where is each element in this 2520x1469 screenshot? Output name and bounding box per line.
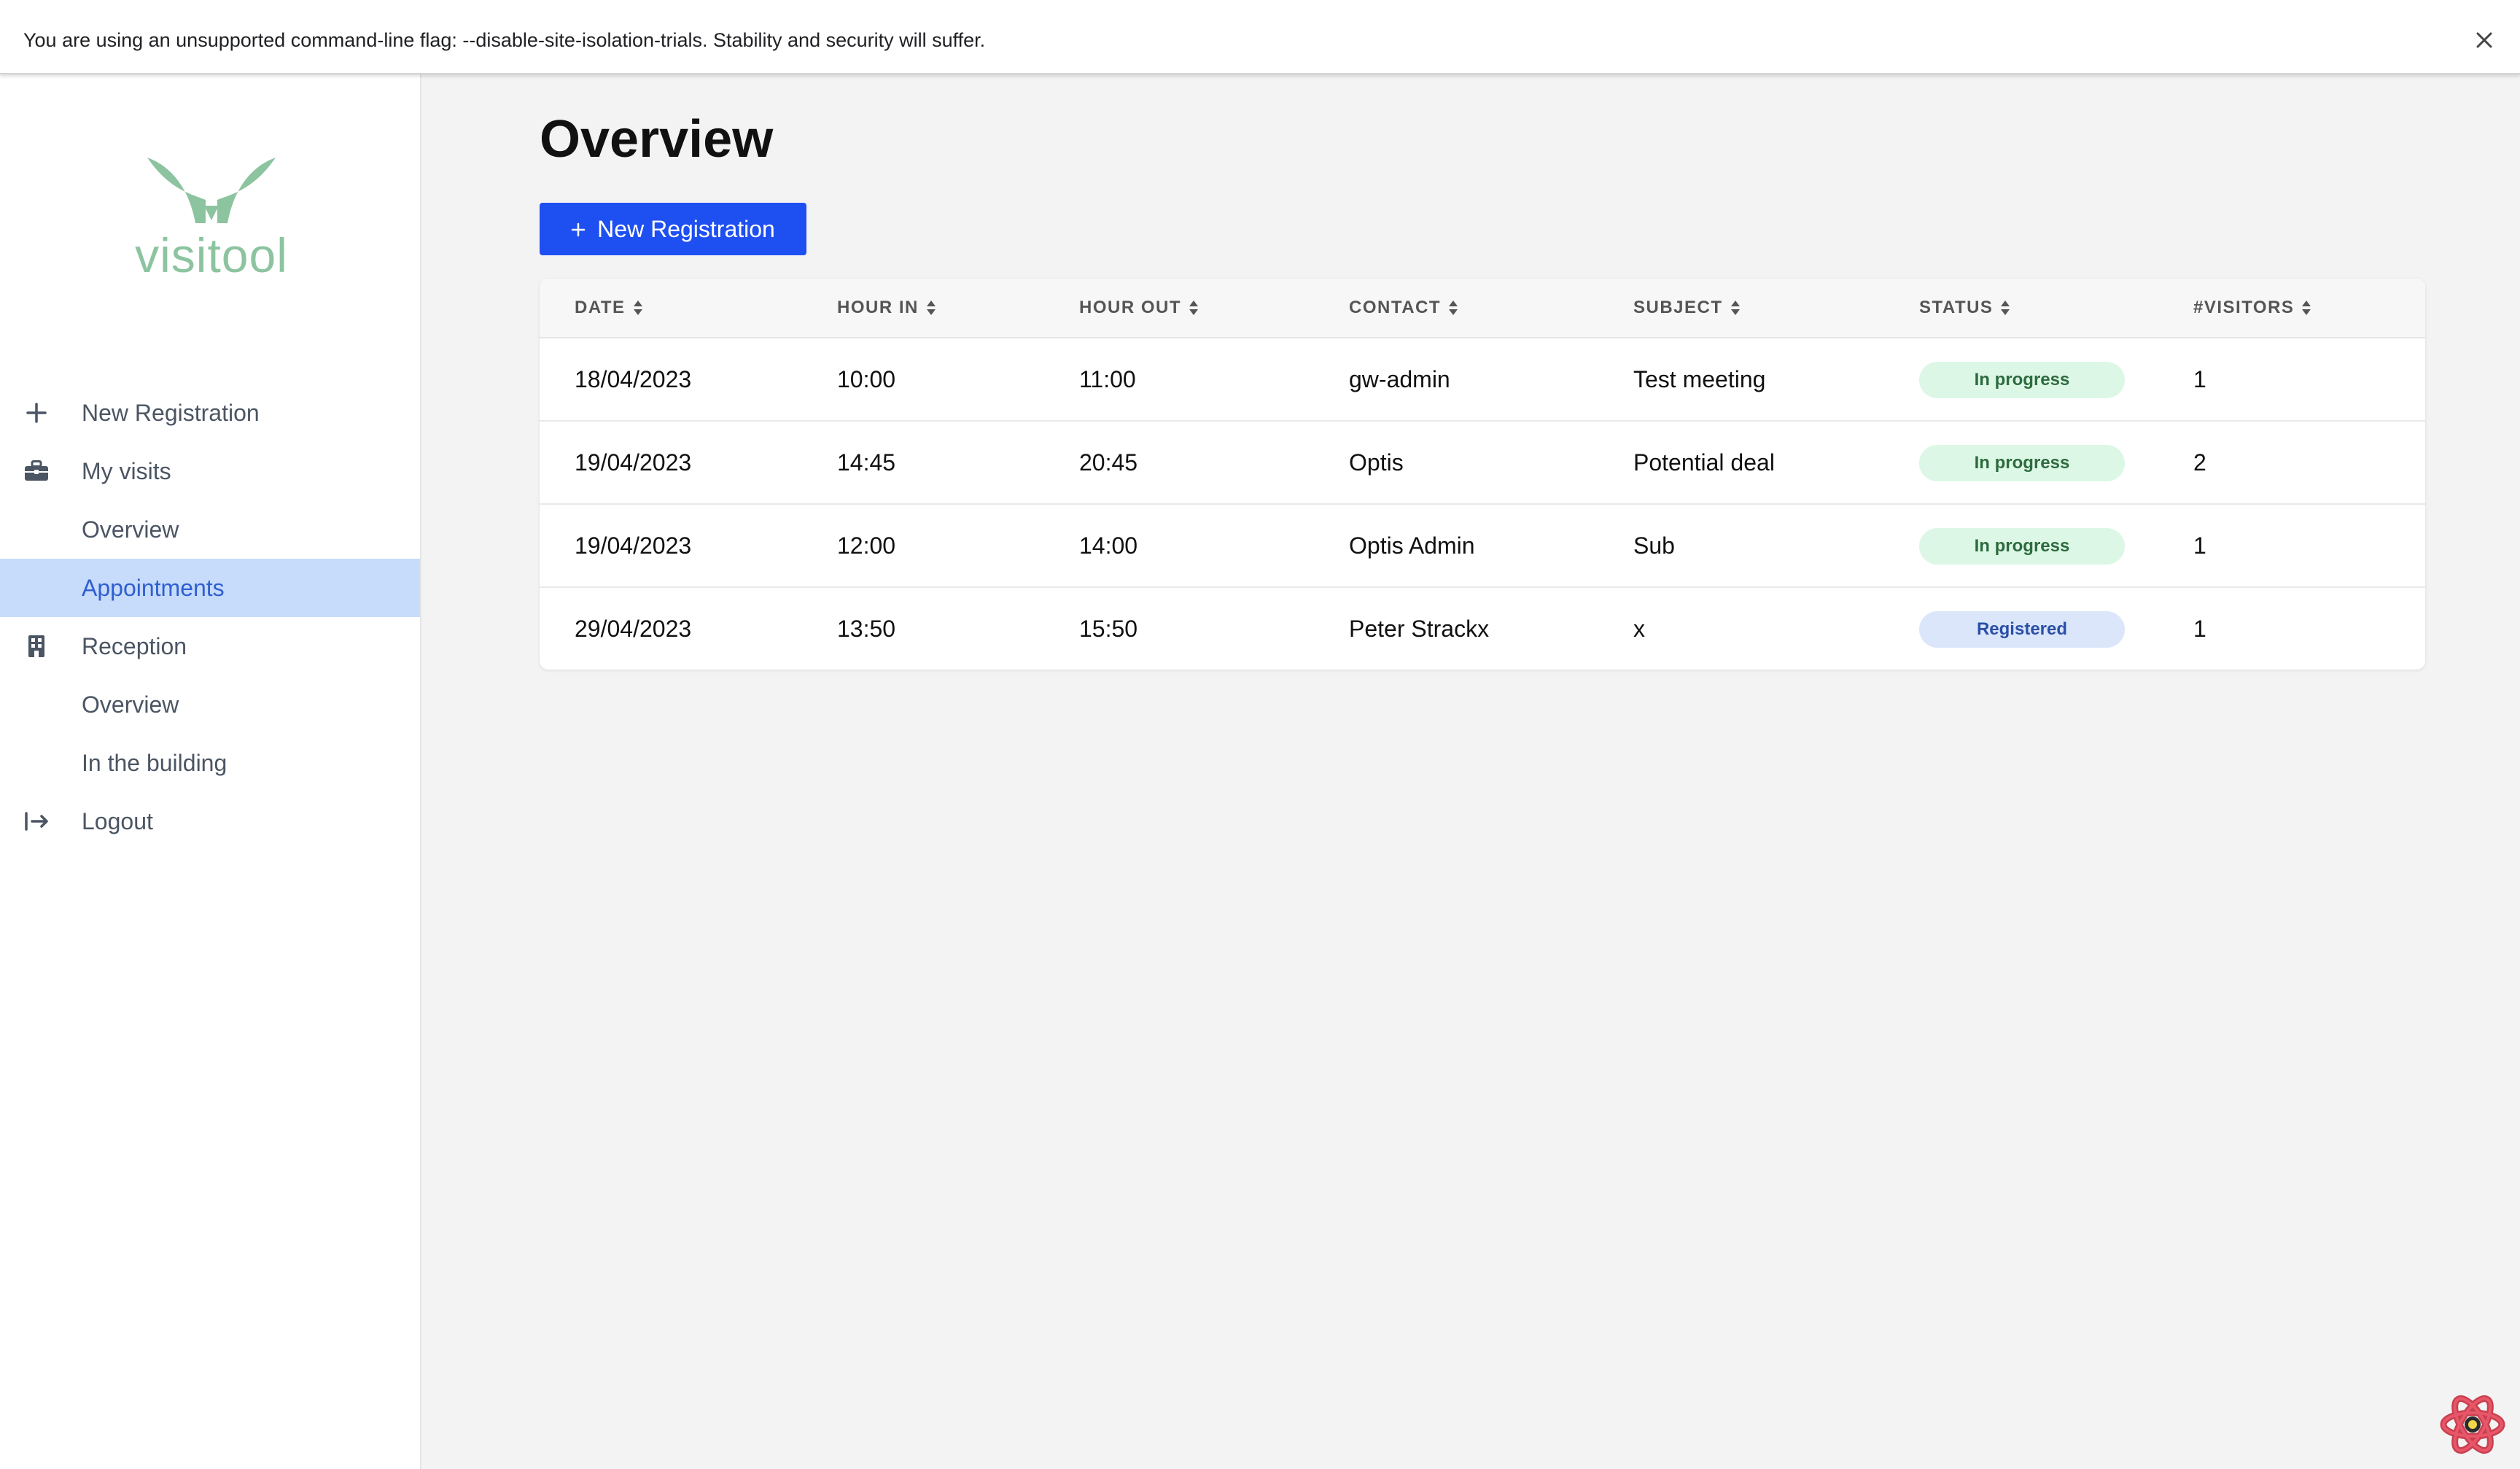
column-header-label: CONTACT [1349,298,1442,317]
sidebar-item-label: Overview [82,691,179,718]
sidebar-item-label: Appointments [82,574,225,601]
sort-icon [1449,301,1458,315]
column-header-label: #VISITORS [2193,298,2295,317]
sidebar-item-reception[interactable]: Reception [0,617,420,675]
cell-contact: gw-admin [1349,366,1450,392]
sort-icon [926,301,936,315]
sidebar-item-in-the-building[interactable]: In the building [0,734,420,792]
status-badge: In progress [1919,445,2125,481]
cell-contact: Peter Strackx [1349,616,1490,642]
column-header-label: SUBJECT [1633,298,1723,317]
logout-icon [23,808,50,834]
table-row[interactable]: 29/04/2023 13:50 15:50 Peter Strackx x R… [540,588,2425,670]
main-content: Overview New Registration DATE HOUR IN H… [421,74,2520,1469]
sidebar-item-label: Logout [82,807,153,834]
sidebar-item-label: In the building [82,749,228,776]
cell-visitors: 2 [2193,449,2206,476]
cell-date: 19/04/2023 [575,449,692,476]
visitool-logo[interactable]: visitool [124,150,299,282]
column-header-visitors[interactable]: #VISITORS [2193,279,2311,337]
logo-text: visitool [135,228,288,282]
cell-hour-in: 10:00 [837,366,896,392]
cell-date: 29/04/2023 [575,616,692,642]
sort-icon [2001,301,2010,315]
sidebar-item-my-visits[interactable]: My visits [0,442,420,500]
cell-contact: Optis Admin [1349,532,1475,559]
column-header-subject[interactable]: SUBJECT [1633,279,1741,337]
cell-hour-out: 11:00 [1079,366,1136,392]
sidebar-item-label: New Registration [82,399,260,426]
infobar-message: You are using an unsupported command-lin… [23,29,986,51]
cell-hour-in: 14:45 [837,449,896,476]
sidebar: visitool New Registration My visits Over… [0,74,421,1469]
table-header: DATE HOUR IN HOUR OUT CONTACT SUBJECT ST… [540,279,2425,338]
cell-visitors: 1 [2193,366,2206,392]
sidebar-item-label: Overview [82,516,179,543]
column-header-hour-in[interactable]: HOUR IN [837,279,936,337]
sidebar-item-label: Reception [82,632,187,659]
column-header-contact[interactable]: CONTACT [1349,279,1458,337]
close-icon[interactable] [2468,23,2501,57]
cell-hour-out: 20:45 [1079,449,1138,476]
plus-icon [571,216,586,243]
status-badge: In progress [1919,362,2125,398]
cell-subject: Potential deal [1633,449,1775,476]
column-header-hour-out[interactable]: HOUR OUT [1079,279,1199,337]
sidebar-item-reception-overview[interactable]: Overview [0,675,420,734]
plus-icon [23,400,50,426]
sort-icon [2302,301,2311,315]
column-header-label: HOUR OUT [1079,298,1181,317]
cell-hour-in: 13:50 [837,616,896,642]
new-registration-button-label: New Registration [597,215,775,242]
cell-subject: Test meeting [1633,366,1766,392]
appointments-table: DATE HOUR IN HOUR OUT CONTACT SUBJECT ST… [540,279,2425,670]
cell-visitors: 1 [2193,616,2206,642]
column-header-label: HOUR IN [837,298,919,317]
cell-visitors: 1 [2193,532,2206,559]
column-header-label: STATUS [1919,298,1994,317]
sort-icon [1730,301,1740,315]
status-badge: Registered [1919,611,2125,648]
sidebar-item-logout[interactable]: Logout [0,792,420,850]
sort-icon [1189,301,1198,315]
sort-icon [633,301,642,315]
sidebar-item-my-visits-overview[interactable]: Overview [0,500,420,559]
status-badge: In progress [1919,528,2125,565]
sidebar-item-new-registration[interactable]: New Registration [0,384,420,442]
column-header-label: DATE [575,298,626,317]
cell-hour-in: 12:00 [837,532,896,559]
cell-subject: Sub [1633,532,1675,559]
react-devtools-icon[interactable] [2440,1392,2505,1457]
column-header-date[interactable]: DATE [575,279,643,337]
table-row[interactable]: 18/04/2023 10:00 11:00 gw-admin Test mee… [540,338,2425,422]
briefcase-icon [23,458,50,484]
sidebar-item-label: My visits [82,457,171,484]
unsupported-flag-infobar: You are using an unsupported command-lin… [0,7,2520,74]
table-row[interactable]: 19/04/2023 12:00 14:00 Optis Admin Sub I… [540,505,2425,588]
building-icon [23,633,50,659]
cell-subject: x [1633,616,1645,642]
logo-leaf-icon [147,158,276,223]
column-header-status[interactable]: STATUS [1919,279,2010,337]
table-row[interactable]: 19/04/2023 14:45 20:45 Optis Potential d… [540,422,2425,505]
cell-date: 19/04/2023 [575,532,692,559]
cell-contact: Optis [1349,449,1404,476]
new-registration-button[interactable]: New Registration [540,203,806,255]
cell-hour-out: 15:50 [1079,616,1138,642]
cell-hour-out: 14:00 [1079,532,1138,559]
sidebar-item-appointments[interactable]: Appointments [0,559,420,617]
cell-date: 18/04/2023 [575,366,692,392]
page-title: Overview [540,110,774,168]
